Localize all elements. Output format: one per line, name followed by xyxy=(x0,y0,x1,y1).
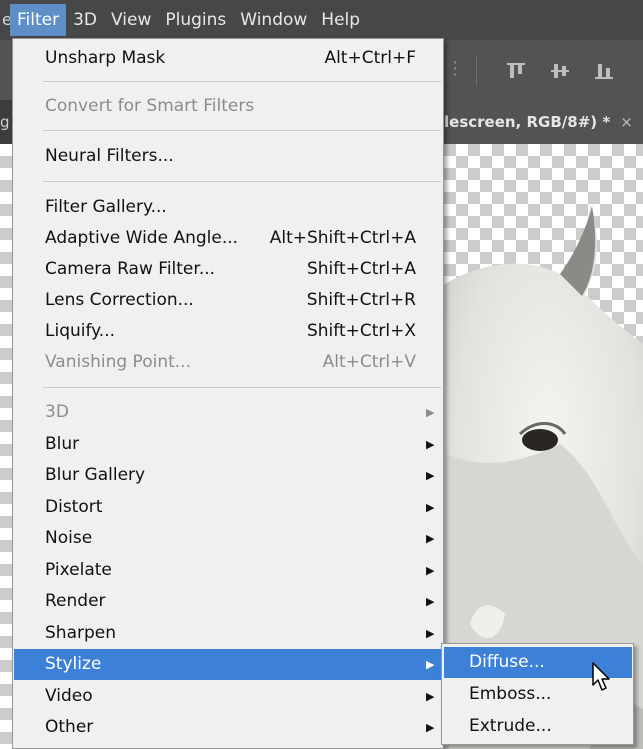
options-divider-grip: ⋮ xyxy=(446,58,464,79)
menu-item-label: Noise xyxy=(45,528,93,548)
menu-item-blur[interactable]: Blur ▶ xyxy=(14,429,442,460)
menu-view[interactable]: View xyxy=(104,4,158,36)
menu-item-render[interactable]: Render ▶ xyxy=(14,586,442,617)
submenu-arrow-icon: ▶ xyxy=(426,690,435,703)
menu-item-blur-gallery[interactable]: Blur Gallery ▶ xyxy=(14,460,442,491)
align-top-icon[interactable] xyxy=(505,60,527,82)
menu-separator xyxy=(43,181,441,182)
submenu-arrow-icon: ▶ xyxy=(426,438,435,451)
menu-item-shortcut: Alt+Shift+Ctrl+A xyxy=(269,228,416,248)
stylize-submenu: Diffuse... Emboss... Extrude... xyxy=(441,643,634,745)
menubar-left-fragment: e xyxy=(0,0,12,40)
document-tab[interactable]: lescreen, RGB/8#) * × xyxy=(436,100,643,144)
menu-item-label: Distort xyxy=(45,497,103,517)
menu-item-shortcut: Shift+Ctrl+A xyxy=(306,259,416,279)
menu-item-neural-filters[interactable]: Neural Filters... xyxy=(14,141,442,172)
menu-separator xyxy=(43,130,441,131)
menu-item-label: Other xyxy=(45,717,94,737)
menu-item-label: Camera Raw Filter... xyxy=(45,259,216,279)
menu-item-lens-correction[interactable]: Lens Correction... Shift+Ctrl+R xyxy=(14,285,442,316)
menu-item-unsharp-mask[interactable]: Unsharp Mask Alt+Ctrl+F xyxy=(14,43,442,74)
menu-item-label: Neural Filters... xyxy=(45,146,174,166)
menu-item-label: 3D xyxy=(45,402,69,422)
options-separator xyxy=(476,56,477,86)
menu-filter[interactable]: Filter xyxy=(10,4,67,36)
menubar: e Filter 3D View Plugins Window Help xyxy=(0,0,643,40)
menu-item-convert-for-smart-filters: Convert for Smart Filters xyxy=(14,91,442,122)
align-bottom-icon[interactable] xyxy=(593,60,615,82)
menu-item-shortcut: Alt+Ctrl+V xyxy=(322,352,416,372)
menu-item-sharpen[interactable]: Sharpen ▶ xyxy=(14,618,442,649)
submenu-arrow-icon: ▶ xyxy=(426,501,435,514)
menu-item-stylize[interactable]: Stylize ▶ xyxy=(14,649,442,680)
close-icon[interactable]: × xyxy=(620,113,633,131)
menu-item-video[interactable]: Video ▶ xyxy=(14,681,442,712)
menu-item-label: Convert for Smart Filters xyxy=(45,96,255,116)
menu-item-shortcut: Shift+Ctrl+X xyxy=(306,321,416,341)
menu-item-label: Stylize xyxy=(45,654,102,674)
menu-item-liquify[interactable]: Liquify... Shift+Ctrl+X xyxy=(14,316,442,347)
menu-help[interactable]: Help xyxy=(314,4,367,36)
menu-separator xyxy=(43,387,441,388)
submenu-arrow-icon: ▶ xyxy=(426,595,435,608)
menu-item-shortcut: Shift+Ctrl+R xyxy=(306,290,416,310)
menu-item-label: Filter Gallery... xyxy=(45,197,167,217)
menu-item-other[interactable]: Other ▶ xyxy=(14,712,442,743)
menu-item-shortcut: Alt+Ctrl+F xyxy=(324,48,416,68)
menu-item-label: Pixelate xyxy=(45,560,112,580)
menu-item-label: Liquify... xyxy=(45,321,116,341)
menu-item-label: Blur Gallery xyxy=(45,465,146,485)
menu-plugins[interactable]: Plugins xyxy=(158,4,233,36)
menu-separator xyxy=(43,81,441,82)
submenu-arrow-icon: ▶ xyxy=(426,564,435,577)
menu-item-label: Adaptive Wide Angle... xyxy=(45,228,239,248)
menu-item-adaptive-wide-angle[interactable]: Adaptive Wide Angle... Alt+Shift+Ctrl+A xyxy=(14,223,442,254)
document-tab-title: lescreen, RGB/8#) * xyxy=(444,113,611,131)
menu-window[interactable]: Window xyxy=(233,4,314,36)
menu-item-filter-gallery[interactable]: Filter Gallery... xyxy=(14,192,442,223)
menu-item-distort[interactable]: Distort ▶ xyxy=(14,492,442,523)
submenu-arrow-icon: ▶ xyxy=(426,658,435,671)
document-tab-left-fragment[interactable]: g xyxy=(0,100,10,144)
menu-item-camera-raw-filter[interactable]: Camera Raw Filter... Shift+Ctrl+A xyxy=(14,254,442,285)
filter-menu: Unsharp Mask Alt+Ctrl+F Convert for Smar… xyxy=(12,38,444,749)
menu-3d[interactable]: 3D xyxy=(66,4,104,36)
align-vertical-center-icon[interactable] xyxy=(549,60,571,82)
menu-item-vanishing-point: Vanishing Point... Alt+Ctrl+V xyxy=(14,347,442,378)
submenu-arrow-icon: ▶ xyxy=(426,721,435,734)
menu-item-label: Render xyxy=(45,591,106,611)
menu-item-label: Lens Correction... xyxy=(45,290,194,310)
submenu-arrow-icon: ▶ xyxy=(426,532,435,545)
mouse-pointer-icon xyxy=(592,662,610,691)
submenu-item-extrude[interactable]: Extrude... xyxy=(444,711,632,742)
menu-item-label: Vanishing Point... xyxy=(45,352,191,372)
menu-item-noise[interactable]: Noise ▶ xyxy=(14,523,442,554)
submenu-arrow-icon: ▶ xyxy=(426,469,435,482)
menu-item-label: Video xyxy=(45,686,93,706)
submenu-arrow-icon: ▶ xyxy=(426,627,435,640)
menu-item-label: Unsharp Mask xyxy=(45,48,166,68)
menu-item-pixelate[interactable]: Pixelate ▶ xyxy=(14,555,442,586)
menu-item-label: Sharpen xyxy=(45,623,116,643)
menu-item-3d: 3D ▶ xyxy=(14,397,442,428)
menu-item-label: Blur xyxy=(45,434,80,454)
submenu-arrow-icon: ▶ xyxy=(426,406,435,419)
